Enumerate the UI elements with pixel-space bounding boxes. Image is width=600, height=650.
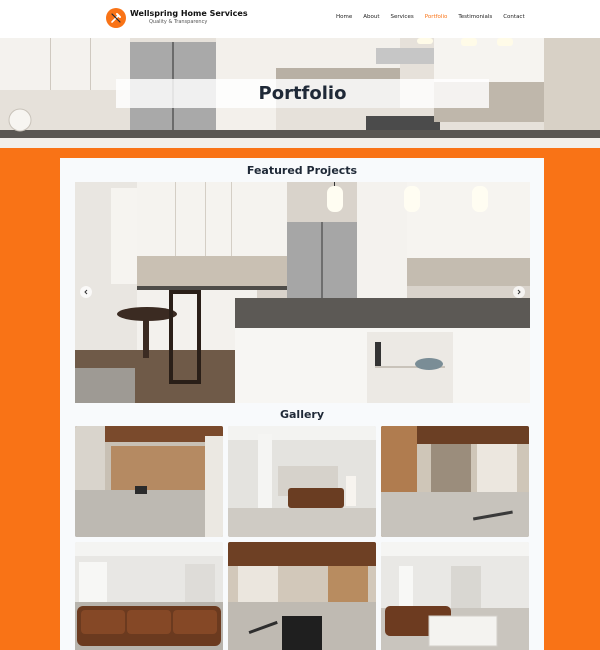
featured-carousel[interactable]: [75, 182, 530, 403]
gallery-item[interactable]: [75, 542, 223, 650]
gallery-title: Gallery: [279, 408, 325, 421]
nav-portfolio[interactable]: Portfolio: [425, 14, 448, 20]
nav-contact[interactable]: Contact: [503, 14, 524, 20]
hero-title-band: Portfolio: [116, 79, 489, 108]
carousel-next-button[interactable]: [513, 286, 525, 298]
site-header: Wellspring Home Services Quality & Trans…: [0, 0, 600, 38]
main-nav: Home About Services Portfolio Testimonia…: [336, 14, 525, 20]
page-title: Portfolio: [258, 83, 347, 104]
gallery-photo: [228, 542, 376, 650]
gallery-item[interactable]: [381, 426, 529, 537]
chevron-left-icon: [84, 289, 88, 295]
nav-home[interactable]: Home: [336, 14, 352, 20]
brand-name: Wellspring Home Services: [130, 9, 248, 18]
gallery-item[interactable]: [228, 542, 376, 650]
nav-testimonials[interactable]: Testimonials: [458, 14, 492, 20]
gallery-photo: [75, 542, 223, 650]
carousel-prev-button[interactable]: [80, 286, 92, 298]
featured-title: Featured Projects: [246, 164, 358, 177]
featured-kitchen-image: [75, 182, 530, 403]
hero-banner: Portfolio: [0, 38, 600, 148]
gallery-item[interactable]: [75, 426, 223, 537]
chevron-right-icon: [517, 289, 521, 295]
gallery-photo: [228, 426, 376, 537]
gallery-photo: [381, 426, 529, 537]
nav-services[interactable]: Services: [391, 14, 414, 20]
main-content: Featured Projects Gallery: [60, 158, 544, 650]
gallery-photo: [75, 426, 223, 537]
gallery-item[interactable]: [381, 542, 529, 650]
logo-icon[interactable]: [106, 8, 126, 28]
nav-about[interactable]: About: [363, 14, 379, 20]
brand[interactable]: Wellspring Home Services Quality & Trans…: [130, 9, 248, 26]
gallery-item[interactable]: [228, 426, 376, 537]
brand-tagline: Quality & Transparency: [149, 19, 208, 25]
gallery-photo: [381, 542, 529, 650]
